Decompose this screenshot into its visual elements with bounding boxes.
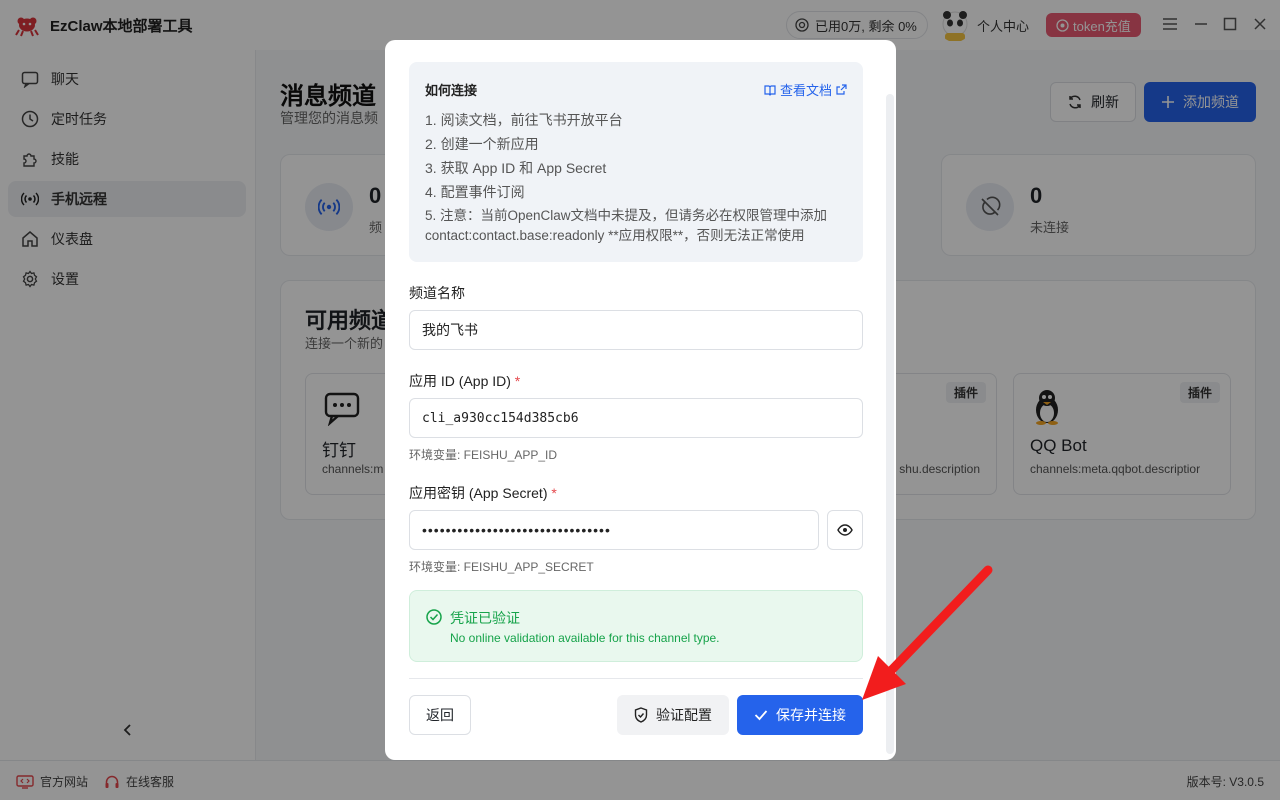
toggle-secret-visibility-button[interactable] [827,510,863,550]
help-step: 2. 创建一个新应用 [425,136,539,152]
app-secret-env-hint: 环境变量: FEISHU_APP_SECRET [409,560,594,574]
check-icon [754,710,768,721]
check-circle-icon [426,609,442,625]
shield-check-icon [634,707,648,723]
external-link-icon [836,84,847,95]
app-secret-value: •••••••••••••••••••••••••••••••• [422,522,611,538]
app-secret-label: 应用密钥 (App Secret) * [409,483,557,503]
validation-description: No online validation available for this … [450,631,720,645]
back-button[interactable]: 返回 [409,695,471,735]
help-step: 5. 注意：当前OpenClaw文档中未提及，但请务必在权限管理中添加 [425,208,828,223]
help-step: 4. 配置事件订阅 [425,184,525,200]
footer-divider [409,678,863,679]
book-icon [764,84,776,96]
channel-config-dialog: 如何连接 查看文档 1. 阅读文档，前往飞书开放平台 2. 创建一个新应用 3.… [385,40,896,760]
app-id-value: cli_a930cc154d385cb6 [422,410,579,426]
eye-icon [837,524,853,536]
app-secret-label-text: 应用密钥 (App Secret) [409,485,548,501]
validation-title: 凭证已验证 [450,610,520,626]
app-secret-input[interactable]: •••••••••••••••••••••••••••••••• [409,510,819,550]
view-docs-label: 查看文档 [779,83,832,98]
channel-name-value: 我的飞书 [422,322,478,338]
app-id-label-text: 应用 ID (App ID) [409,373,511,389]
app-id-input[interactable]: cli_a930cc154d385cb6 [409,398,863,438]
annotation-arrow-icon [862,565,993,700]
verify-config-label: 验证配置 [656,707,712,723]
how-to-connect-box: 如何连接 查看文档 1. 阅读文档，前往飞书开放平台 2. 创建一个新应用 3.… [409,62,863,262]
back-label: 返回 [426,707,454,723]
help-step: contact:contact.base:readonly **应用权限**，否… [425,228,805,243]
app-id-label: 应用 ID (App ID) * [409,371,520,391]
app-id-env-hint: 环境变量: FEISHU_APP_ID [409,448,558,462]
channel-name-label: 频道名称 [409,285,465,301]
help-title: 如何连接 [425,83,478,98]
view-docs-link[interactable]: 查看文档 [764,80,847,99]
save-and-connect-label: 保存并连接 [776,707,846,723]
validation-success-box: 凭证已验证 No online validation available for… [409,590,863,662]
required-mark: * [514,373,521,389]
help-step: 3. 获取 App ID 和 App Secret [425,160,607,176]
channel-name-input[interactable]: 我的飞书 [409,310,863,350]
required-mark: * [551,485,557,501]
verify-config-button[interactable]: 验证配置 [617,695,729,735]
help-step: 1. 阅读文档，前往飞书开放平台 [425,112,623,128]
